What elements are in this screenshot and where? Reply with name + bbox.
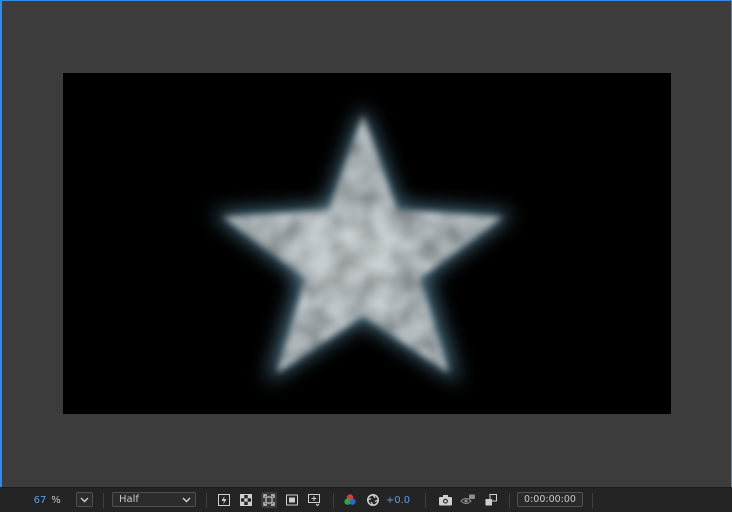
zoom-unit-text: % [51,494,61,506]
zoom-value-text[interactable]: 67 [34,495,47,506]
toolbar-divider [103,493,104,508]
zoom-menu-button[interactable] [76,492,93,507]
exposure-value[interactable]: +0.0 [386,488,410,512]
toolbar-divider [333,493,334,508]
composition-viewer-panel[interactable] [0,0,732,487]
channel-color-icon [344,494,356,505]
view-options-icon [308,494,320,507]
transparency-grid-icon [240,494,252,506]
glowing-star-render [211,105,515,383]
exposure-value-text[interactable]: +0.0 [386,495,410,506]
fast-previews-icon [218,494,230,506]
view-options-button[interactable] [306,492,322,508]
resolution-select-value: Half [119,494,139,505]
zoom-menu-chevron-icon [80,497,89,502]
toolbar-divider [509,493,510,508]
transparency-grid-button[interactable] [238,492,254,508]
toolbar-divider [206,493,207,508]
region-of-interest-button[interactable] [261,492,277,508]
show-snapshot-button[interactable] [460,492,476,508]
zoom-value[interactable]: 67 [30,488,50,512]
safe-margins-icon [286,494,298,506]
reset-exposure-button[interactable] [365,492,381,508]
show-channel-button[interactable] [342,492,358,508]
safe-margins-button[interactable] [284,492,300,508]
toolbar-divider [425,493,426,508]
take-snapshot-button[interactable] [437,492,453,508]
zoom-unit: % [50,488,62,512]
current-time-display[interactable]: 0:00:00:00 [517,492,583,507]
show-snapshot-icon [460,494,475,504]
composition-canvas[interactable] [63,73,671,414]
fast-previews-button[interactable] [216,492,232,508]
show-channel-icon [485,494,497,506]
reset-exposure-icon [367,494,379,506]
snapshot-camera-icon [438,495,452,506]
region-of-interest-icon [263,494,275,506]
chevron-down-icon [182,497,191,502]
show-channel-alpha-button[interactable] [483,492,499,508]
resolution-select[interactable]: Half [112,492,196,507]
viewer-toolbar: 67 % Half +0.0 0:00:00:00 [0,487,732,512]
timecode-text[interactable]: 0:00:00:00 [524,494,576,505]
toolbar-divider [592,493,593,508]
